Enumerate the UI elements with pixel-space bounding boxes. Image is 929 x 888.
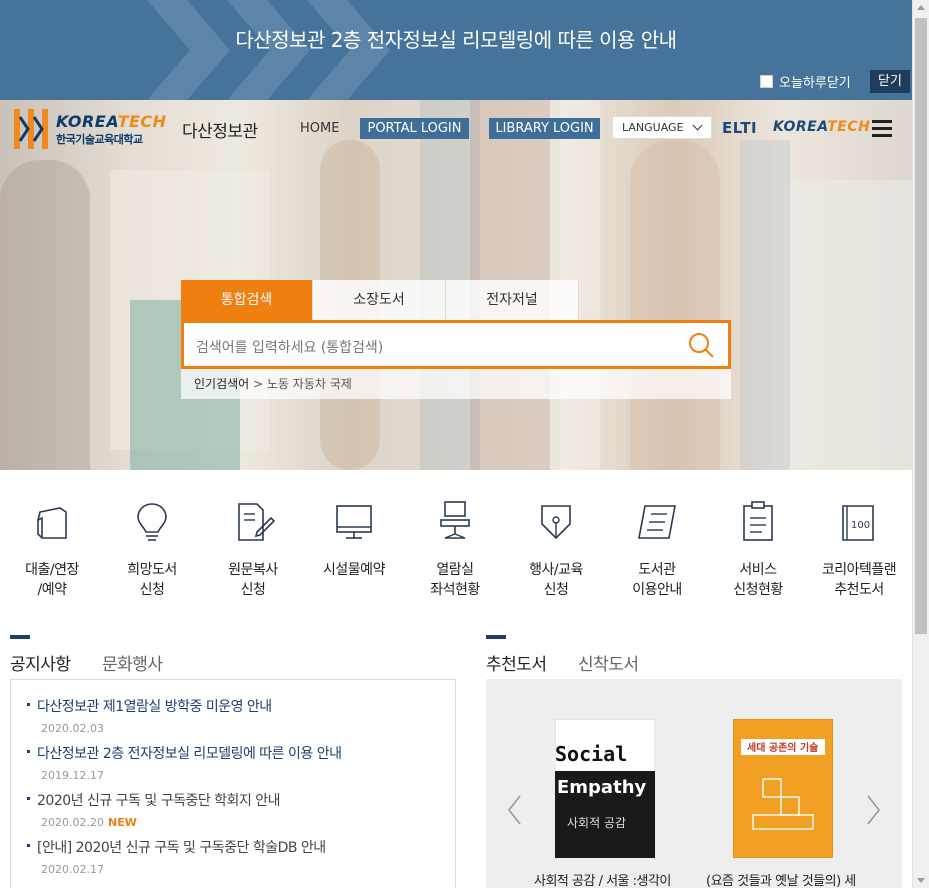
chair-icon — [440, 501, 470, 539]
notice-title[interactable]: [안내] 2020년 신규 구독 및 구독중단 학술DB 안내 — [27, 837, 326, 857]
scroll-up-icon[interactable] — [917, 5, 925, 10]
book-carousel — [486, 679, 902, 888]
quick-menu-label: 도서관 이용안내 — [632, 562, 682, 598]
lightbulb-icon — [137, 503, 167, 541]
chevron-down-icon — [692, 120, 703, 131]
book-loan-icon — [37, 507, 67, 539]
notice-date-row: 2020.02.20 NEW — [27, 816, 280, 829]
chevron-left-icon[interactable] — [507, 795, 521, 825]
search-tabs: 통합검색 소장도서 전자저널 — [181, 280, 579, 320]
books-section-bar — [486, 635, 506, 639]
list-item[interactable]: 2020년 신규 구독 및 구독중단 학회지 안내 2020.02.20 NEW — [27, 790, 281, 829]
quick-menu-label: 희망도서 신청 — [127, 562, 177, 598]
banner-notice-text[interactable]: 다산정보관 2층 전자정보실 리모델링에 따른 이용 안내 — [0, 24, 912, 53]
book-cover-social-empathy[interactable]: Social Empathy 사회적 공감 — [555, 719, 655, 858]
tab-notices[interactable]: 공지사항 — [10, 650, 71, 675]
tab-holdings[interactable]: 소장도서 — [313, 280, 446, 320]
logo-english: KOREATECH — [56, 112, 167, 131]
banner-close-button[interactable]: 닫기 — [870, 70, 910, 93]
search-input[interactable]: 검색어를 입력하세요 (통합검색) — [196, 337, 383, 357]
kt-a: KOREA — [773, 119, 828, 135]
chevron-right-icon[interactable] — [867, 795, 881, 825]
quick-menu-label: 시설물예약 — [323, 562, 385, 578]
svg-text:100: 100 — [851, 520, 870, 531]
koreatech-logo[interactable]: KOREATECH 한국기술교육대학교 — [12, 107, 167, 151]
koreatech-link[interactable]: KOREATECH — [773, 119, 870, 135]
tab-culture-events[interactable]: 문화행사 — [102, 650, 163, 675]
checkbox-icon[interactable] — [760, 75, 773, 88]
notice-date: 2020.02.20 — [41, 816, 104, 829]
today-close-checkbox[interactable]: 오늘하루닫기 — [760, 72, 851, 91]
scroll-down-icon[interactable] — [917, 878, 925, 883]
quick-menu-label: 열람실 좌석현황 — [430, 562, 480, 598]
notice-date: 2020.02.03 — [41, 722, 104, 735]
monitor-icon — [336, 505, 372, 539]
list-item[interactable]: 다산정보관 2층 전자정보실 리모델링에 따른 이용 안내 2019.12.17 — [27, 743, 342, 782]
notice-title[interactable]: 다산정보관 2층 전자정보실 리모델링에 따른 이용 안내 — [27, 743, 342, 763]
new-badge: NEW — [107, 816, 137, 829]
logo-korean: 한국기술교육대학교 — [56, 132, 143, 146]
portal-login-button[interactable]: PORTAL LOGIN — [360, 118, 469, 139]
quick-menu-label: 행사/교육 신청 — [529, 562, 583, 598]
cover-kr: 세대 공존의 기술 — [747, 741, 818, 754]
logo-en-a: KOREA — [56, 111, 118, 131]
tab-recommended-books[interactable]: 추천도서 — [486, 650, 547, 675]
clipboard-icon — [743, 501, 773, 541]
quick-menu-recommend[interactable]: 100 코리아텍플랜 추천도서 — [807, 500, 911, 600]
search-icon[interactable] — [688, 332, 714, 358]
notice-date: 2019.12.17 — [41, 769, 104, 782]
chevron-right-icon: > — [253, 377, 267, 391]
quick-menu-events[interactable]: 행사/교육 신청 — [504, 500, 608, 600]
quick-menu-guide[interactable]: 도서관 이용안내 — [605, 500, 709, 600]
quick-menu-status[interactable]: 서비스 신청현황 — [706, 500, 810, 600]
quick-menu-loan[interactable]: 대출/연장 /예약 — [0, 500, 104, 600]
quick-menu-label: 원문복사 신청 — [228, 562, 278, 598]
scroll-thumb[interactable] — [915, 18, 927, 634]
document-pen-icon — [238, 503, 275, 541]
quick-menu-label: 서비스 신청현황 — [733, 562, 783, 598]
menu-hamburger-icon[interactable] — [872, 120, 892, 137]
notice-date: 2020.02.17 — [41, 863, 104, 876]
kt-b: TECH — [827, 119, 871, 135]
notice-title[interactable]: 다산정보관 제1열람실 방학중 미운영 안내 — [27, 696, 272, 716]
vertical-scrollbar[interactable] — [912, 0, 929, 888]
quick-menu-label: 코리아텍플랜 추천도서 — [821, 562, 897, 598]
notice-list: 다산정보관 제1열람실 방학중 미운영 안내 2020.02.03 다산정보관 … — [10, 679, 456, 888]
language-label: LANGUAGE — [622, 121, 684, 134]
tab-integrated-search[interactable]: 통합검색 — [181, 280, 313, 320]
logo-en-b: TECH — [117, 111, 167, 131]
library-login-button[interactable]: LIBRARY LOGIN — [489, 118, 600, 139]
pen-nib-icon — [541, 505, 571, 540]
logo-mark-icon — [14, 109, 48, 149]
list-item[interactable]: [안내] 2020년 신규 구독 및 구독중단 학술DB 안내 2020.02.… — [27, 837, 326, 876]
language-select[interactable]: LANGUAGE — [612, 116, 712, 139]
top-notice-banner: 다산정보관 2층 전자정보실 리모델링에 따른 이용 안내 오늘하루닫기 닫기 — [0, 0, 912, 100]
cover-en-b: Empathy — [557, 777, 647, 798]
tab-ejournal[interactable]: 전자저널 — [446, 280, 579, 320]
quick-menu-seats[interactable]: 열람실 좌석현황 — [403, 500, 507, 600]
quick-menu-wishbook[interactable]: 희망도서 신청 — [100, 500, 204, 600]
popular-terms[interactable]: 노동 자동차 국제 — [267, 377, 352, 391]
popular-keywords: 인기검색어 > 노동 자동차 국제 — [181, 369, 731, 399]
info-board-icon — [638, 505, 676, 539]
popular-label: 인기검색어 — [194, 377, 250, 391]
list-item[interactable]: 다산정보관 제1열람실 방학중 미운영 안내 2020.02.03 — [27, 696, 272, 735]
tab-new-books[interactable]: 신착도서 — [578, 650, 639, 675]
quick-menu-label: 대출/연장 /예약 — [25, 562, 79, 598]
elti-link[interactable]: ELTI — [722, 119, 757, 137]
quick-menu-facility[interactable]: 시설물예약 — [302, 500, 406, 580]
notice-title[interactable]: 2020년 신규 구독 및 구독중단 학회지 안내 — [27, 790, 281, 810]
book-title[interactable]: (요즘 것들과 옛날 것들의) 세 — [706, 870, 856, 888]
today-close-label: 오늘하루닫기 — [779, 76, 851, 91]
book-100-icon: 100 — [842, 505, 874, 541]
cover-en-a: Social — [555, 742, 627, 766]
search-box[interactable]: 검색어를 입력하세요 (통합검색) — [181, 320, 731, 369]
notice-section-bar — [10, 635, 30, 639]
book-cover-generations[interactable]: 세대 공존의 기술 — [733, 719, 833, 858]
site-name[interactable]: 다산정보관 — [182, 117, 258, 142]
cover-kr: 사회적 공감 — [567, 816, 626, 830]
quick-menu-copy[interactable]: 원문복사 신청 — [201, 500, 305, 600]
book-title[interactable]: 사회적 공감 / 서울 :생각이 — [534, 870, 671, 888]
nav-home-link[interactable]: HOME — [300, 121, 339, 136]
